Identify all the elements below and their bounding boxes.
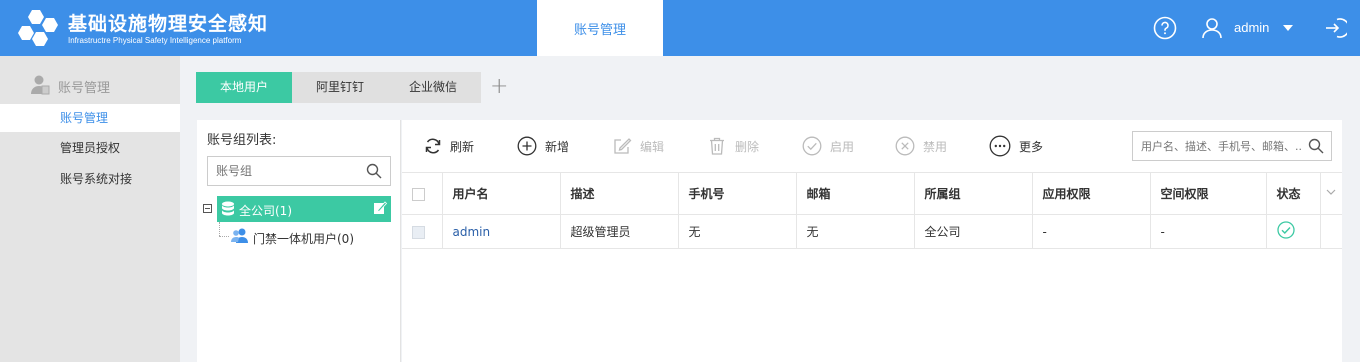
row-checkbox[interactable] xyxy=(412,225,425,239)
delete-button[interactable]: 删除 xyxy=(707,134,759,158)
logo-icon xyxy=(18,10,58,46)
users-icon xyxy=(231,228,248,243)
column-header-app-permission[interactable]: 应用权限 xyxy=(1032,172,1151,215)
select-all-checkbox[interactable] xyxy=(412,187,425,201)
logout-icon[interactable] xyxy=(1323,16,1347,40)
refresh-button[interactable]: 刷新 xyxy=(424,134,474,158)
cell-email: 无 xyxy=(796,214,915,249)
tab-account-management[interactable]: 账号管理 xyxy=(537,0,663,56)
column-header-email[interactable]: 邮箱 xyxy=(796,172,915,215)
table-header-row: 用户名 描述 手机号 邮箱 所属组 应用权限 空间权限 状态 xyxy=(402,172,1343,215)
disable-label: 禁用 xyxy=(923,139,948,154)
group-search-input[interactable] xyxy=(208,157,358,185)
app-subtitle: Infrastructre Physical Safety Intelligen… xyxy=(68,36,242,45)
cell-filler xyxy=(1320,214,1343,249)
cell-space-permission: - xyxy=(1150,214,1267,249)
check-circle-icon xyxy=(802,136,822,156)
delete-label: 删除 xyxy=(735,139,760,154)
cell-app-permission: - xyxy=(1032,214,1151,249)
help-icon[interactable] xyxy=(1153,16,1177,40)
refresh-icon xyxy=(425,138,441,154)
tree-connector xyxy=(219,236,229,237)
add-circle-icon xyxy=(517,136,537,156)
column-header-description[interactable]: 描述 xyxy=(560,172,679,215)
sidebar-item-admin-authorization[interactable]: 管理员授权 xyxy=(0,134,180,162)
sidebar-item-account-system-integration[interactable]: 账号系统对接 xyxy=(0,165,180,193)
edit-label: 编辑 xyxy=(640,139,665,154)
more-label: 更多 xyxy=(1019,139,1044,154)
group-list-title: 账号组列表: xyxy=(207,133,277,148)
edit-node-icon[interactable] xyxy=(373,201,387,215)
right-gutter xyxy=(1342,120,1360,362)
column-header-space-permission[interactable]: 空间权限 xyxy=(1150,172,1267,215)
tree-connector xyxy=(219,222,220,236)
sidebar-group-account: 账号管理 xyxy=(0,70,180,100)
cell-status xyxy=(1266,214,1321,249)
app-title: 基础设施物理安全感知 xyxy=(68,13,269,35)
user-search-box xyxy=(1132,131,1332,161)
group-tree-panel: 账号组列表: 全公司(1) 门禁一体机用户(0) xyxy=(197,120,401,362)
column-header-group[interactable]: 所属组 xyxy=(914,172,1033,215)
user-table: 用户名 描述 手机号 邮箱 所属组 应用权限 空间权限 状态 admin 超级管… xyxy=(402,172,1343,249)
more-button[interactable]: 更多 xyxy=(989,134,1043,158)
status-enabled-icon xyxy=(1276,221,1295,239)
column-header-status[interactable]: 状态 xyxy=(1266,172,1321,215)
row-select-cell xyxy=(402,214,443,249)
current-user-name[interactable]: admin xyxy=(1234,20,1269,35)
tab-wechat-work[interactable]: 企业微信 xyxy=(385,72,481,103)
user-search-input[interactable] xyxy=(1133,132,1301,160)
cell-username[interactable]: admin xyxy=(442,214,561,249)
cell-phone: 无 xyxy=(678,214,797,249)
chevron-down-icon xyxy=(1326,189,1335,195)
group-search-box xyxy=(207,156,391,186)
database-icon xyxy=(222,201,234,216)
refresh-label: 刷新 xyxy=(450,139,475,154)
search-icon[interactable] xyxy=(366,163,382,179)
enable-button[interactable]: 启用 xyxy=(802,134,854,158)
account-group-icon xyxy=(31,75,50,95)
table-row[interactable]: admin 超级管理员 无 无 全公司 - - xyxy=(402,214,1343,249)
add-tab-icon[interactable]: + xyxy=(490,74,508,99)
sidebar-item-account-management[interactable]: 账号管理 xyxy=(0,104,180,132)
top-header: 基础设施物理安全感知 Infrastructre Physical Safety… xyxy=(0,0,1360,56)
tab-local-users[interactable]: 本地用户 xyxy=(196,72,292,103)
caret-down-icon[interactable] xyxy=(1282,22,1294,34)
tab-dingtalk[interactable]: 阿里钉钉 xyxy=(292,72,388,103)
enable-label: 启用 xyxy=(830,139,855,154)
user-list-panel: 刷新 新增 编辑 删除 启用 禁用 更多 用户名、描述、手机号、邮箱、... 用… xyxy=(402,120,1343,362)
tree-node-all-company[interactable]: 全公司(1) xyxy=(217,196,391,222)
search-icon[interactable] xyxy=(1308,138,1324,154)
column-header-username[interactable]: 用户名 xyxy=(442,172,561,215)
column-settings-cell[interactable] xyxy=(1320,172,1343,215)
tree-node-label: 门禁一体机用户(0) xyxy=(253,232,354,246)
tree-collapse-toggle[interactable] xyxy=(203,204,212,213)
edit-button[interactable]: 编辑 xyxy=(612,134,664,158)
add-button[interactable]: 新增 xyxy=(517,134,569,158)
sidebar-group-label: 账号管理 xyxy=(58,81,111,96)
add-label: 新增 xyxy=(545,139,570,154)
select-all-cell xyxy=(402,172,443,215)
tab-label: 账号管理 xyxy=(573,22,626,38)
close-circle-icon xyxy=(895,136,915,156)
trash-icon xyxy=(710,137,724,155)
user-icon[interactable] xyxy=(1200,16,1224,40)
sidebar: 账号管理 账号管理 管理员授权 账号系统对接 xyxy=(0,56,180,362)
toolbar: 刷新 新增 编辑 删除 启用 禁用 更多 用户名、描述、手机号、邮箱、... xyxy=(402,120,1342,172)
disable-button[interactable]: 禁用 xyxy=(895,134,947,158)
edit-icon xyxy=(614,138,632,154)
column-header-phone[interactable]: 手机号 xyxy=(678,172,797,215)
more-icon xyxy=(989,135,1011,157)
tree-node-label: 全公司(1) xyxy=(239,204,292,218)
cell-description: 超级管理员 xyxy=(560,214,679,249)
cell-group: 全公司 xyxy=(914,214,1033,249)
